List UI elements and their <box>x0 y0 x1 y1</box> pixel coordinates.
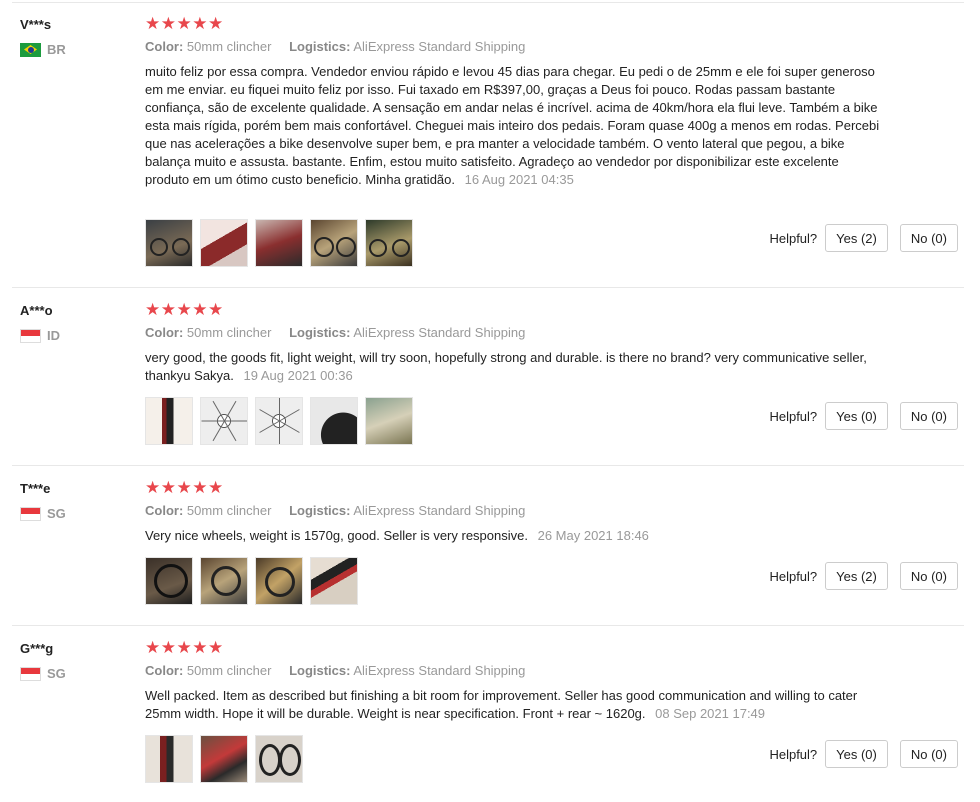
review-photo[interactable] <box>145 557 193 605</box>
review-photos <box>145 557 365 605</box>
color-value: 50mm clincher <box>186 325 272 340</box>
color-value: 50mm clincher <box>186 39 272 54</box>
logistics-value: AliExpress Standard Shipping <box>353 39 526 54</box>
review-photo[interactable] <box>365 219 413 267</box>
logistics-value: AliExpress Standard Shipping <box>353 503 526 518</box>
review-item: T***e SG ★★★★★ Color: 50mm clincher Logi… <box>12 466 964 626</box>
country-code: BR <box>47 42 66 57</box>
review-photo[interactable] <box>255 735 303 783</box>
review-content: muito feliz por essa compra. Vendedor en… <box>145 64 880 187</box>
reviewer-name: G***g <box>20 641 54 656</box>
reviewer-country: ID <box>20 328 140 343</box>
review-date: 08 Sep 2021 17:49 <box>655 706 766 721</box>
color-label: Color: <box>145 663 184 678</box>
helpful-section: Helpful? Yes (2) No (0) <box>769 562 958 590</box>
review-item: A***o ID ★★★★★ Color: 50mm clincher Logi… <box>12 288 964 466</box>
singapore-flag-icon <box>20 666 41 681</box>
reviewer-info: G***g SG <box>20 641 140 681</box>
review-photo[interactable] <box>145 397 193 445</box>
review-photo[interactable] <box>200 397 248 445</box>
review-body: ★★★★★ Color: 50mm clincher Logistics: Al… <box>145 639 885 723</box>
review-photo[interactable] <box>200 557 248 605</box>
reviewer-name: T***e <box>20 481 51 496</box>
review-text: muito feliz por essa compra. Vendedor en… <box>145 63 885 189</box>
review-body: ★★★★★ Color: 50mm clincher Logistics: Al… <box>145 479 885 545</box>
logistics-label: Logistics: <box>289 325 351 340</box>
review-meta: Color: 50mm clincher Logistics: AliExpre… <box>145 663 885 679</box>
review-text: very good, the goods fit, light weight, … <box>145 349 885 385</box>
country-code: SG <box>47 506 66 521</box>
color-value: 50mm clincher <box>186 503 272 518</box>
review-item: G***g SG ★★★★★ Color: 50mm clincher Logi… <box>12 626 964 802</box>
review-text: Very nice wheels, weight is 1570g, good.… <box>145 527 885 545</box>
review-photo[interactable] <box>145 219 193 267</box>
star-rating: ★★★★★ <box>145 478 224 497</box>
review-item: V***s BR ★★★★★ Color: 50mm clincher Logi… <box>12 2 964 288</box>
helpful-label: Helpful? <box>769 230 818 246</box>
logistics-value: AliExpress Standard Shipping <box>353 325 526 340</box>
logistics-label: Logistics: <box>289 663 351 678</box>
helpful-no-button[interactable]: No (0) <box>899 740 958 768</box>
logistics-value: AliExpress Standard Shipping <box>353 663 526 678</box>
review-photos <box>145 397 420 445</box>
color-value: 50mm clincher <box>186 663 272 678</box>
review-photo[interactable] <box>200 735 248 783</box>
review-photo[interactable] <box>255 557 303 605</box>
review-photo[interactable] <box>200 219 248 267</box>
helpful-yes-button[interactable]: Yes (0) <box>825 402 888 430</box>
review-photo[interactable] <box>310 219 358 267</box>
star-rating: ★★★★★ <box>145 638 224 657</box>
review-content: Very nice wheels, weight is 1570g, good.… <box>145 528 528 543</box>
helpful-yes-button[interactable]: Yes (2) <box>825 224 888 252</box>
singapore-flag-icon <box>20 506 41 521</box>
star-rating: ★★★★★ <box>145 14 224 33</box>
reviewer-country: SG <box>20 506 140 521</box>
helpful-label: Helpful? <box>769 568 818 584</box>
color-label: Color: <box>145 325 184 340</box>
helpful-no-button[interactable]: No (0) <box>899 562 958 590</box>
logistics-label: Logistics: <box>289 503 351 518</box>
reviewer-country: BR <box>20 42 140 57</box>
helpful-section: Helpful? Yes (0) No (0) <box>769 402 958 430</box>
color-label: Color: <box>145 39 184 54</box>
country-code: SG <box>47 666 66 681</box>
reviewer-info: T***e SG <box>20 481 140 521</box>
color-label: Color: <box>145 503 184 518</box>
reviewer-country: SG <box>20 666 140 681</box>
helpful-no-button[interactable]: No (0) <box>899 402 958 430</box>
helpful-no-button[interactable]: No (0) <box>899 224 958 252</box>
helpful-yes-button[interactable]: Yes (2) <box>825 562 888 590</box>
helpful-label: Helpful? <box>769 408 818 424</box>
review-photos <box>145 219 420 267</box>
review-photo[interactable] <box>255 219 303 267</box>
review-photos <box>145 735 310 783</box>
review-meta: Color: 50mm clincher Logistics: AliExpre… <box>145 325 885 341</box>
review-photo[interactable] <box>310 397 358 445</box>
review-photo[interactable] <box>255 397 303 445</box>
review-date: 19 Aug 2021 00:36 <box>243 368 353 383</box>
review-photo[interactable] <box>365 397 413 445</box>
review-body: ★★★★★ Color: 50mm clincher Logistics: Al… <box>145 15 885 189</box>
star-rating: ★★★★★ <box>145 300 224 319</box>
country-code: ID <box>47 328 60 343</box>
review-photo[interactable] <box>145 735 193 783</box>
review-meta: Color: 50mm clincher Logistics: AliExpre… <box>145 39 885 55</box>
helpful-yes-button[interactable]: Yes (0) <box>825 740 888 768</box>
review-date: 16 Aug 2021 04:35 <box>464 172 574 187</box>
logistics-label: Logistics: <box>289 39 351 54</box>
reviewer-info: V***s BR <box>20 17 140 57</box>
helpful-section: Helpful? Yes (2) No (0) <box>769 224 958 252</box>
reviewer-info: A***o ID <box>20 303 140 343</box>
helpful-label: Helpful? <box>769 746 818 762</box>
review-date: 26 May 2021 18:46 <box>537 528 649 543</box>
review-text: Well packed. Item as described but finis… <box>145 687 885 723</box>
review-photo[interactable] <box>310 557 358 605</box>
helpful-section: Helpful? Yes (0) No (0) <box>769 740 958 768</box>
indonesia-flag-icon <box>20 328 41 343</box>
reviewer-name: V***s <box>20 17 52 32</box>
reviewer-name: A***o <box>20 303 53 318</box>
review-body: ★★★★★ Color: 50mm clincher Logistics: Al… <box>145 301 885 385</box>
brazil-flag-icon <box>20 42 41 57</box>
review-meta: Color: 50mm clincher Logistics: AliExpre… <box>145 503 885 519</box>
